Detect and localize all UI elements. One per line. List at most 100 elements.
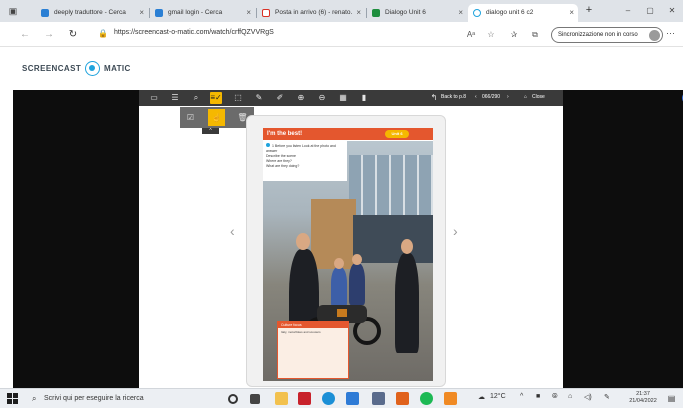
checkmark-icon[interactable]: ☑ xyxy=(182,109,199,126)
sync-status-button[interactable]: Sincronizzazione non in corso xyxy=(551,27,663,43)
clock[interactable]: 21:37 21/04/2022 xyxy=(625,391,661,405)
forward-icon[interactable]: → xyxy=(42,28,56,42)
browser-tab-strip: ▣ deeply traduttore - Cerca × gmail logi… xyxy=(0,0,683,22)
tab-gmail-search[interactable]: gmail login - Cerca × xyxy=(150,4,255,22)
annotate-icon[interactable]: ≡✓ xyxy=(210,92,222,104)
url-field[interactable]: 🔒 https://screencast-o-matic.com/watch/c… xyxy=(98,26,478,43)
maximize-icon[interactable]: ▢ xyxy=(640,4,660,18)
back-to-page-link[interactable]: Back to p.8 xyxy=(441,94,466,100)
zoom-out-icon[interactable]: ⊖ xyxy=(316,92,328,104)
tab-actions-icon[interactable]: ▣ xyxy=(6,4,20,18)
back-arrow-icon[interactable]: ↰ xyxy=(428,92,440,104)
close-tab-icon[interactable]: × xyxy=(246,4,251,22)
tab-gmail-inbox[interactable]: Posta in arrivo (6) - renato. × xyxy=(257,4,365,22)
store-icon[interactable] xyxy=(346,392,359,405)
pen-icon[interactable]: ✎ xyxy=(253,92,265,104)
exercise-block: 1 Before you listen Look at the photo an… xyxy=(263,141,347,181)
app-icon[interactable] xyxy=(444,392,457,405)
camera-icon[interactable]: ■ xyxy=(536,393,540,400)
onedrive-icon[interactable]: ⦾ xyxy=(552,393,558,401)
thumbnails-icon[interactable]: ▭ xyxy=(148,92,160,104)
add-favorite-icon[interactable]: ☆ xyxy=(484,28,498,42)
building-windows xyxy=(349,155,433,215)
pen-tray-icon[interactable]: ✎ xyxy=(604,393,610,401)
classroom-icon xyxy=(372,9,380,17)
weather-temp[interactable]: 12°C xyxy=(490,393,506,400)
office-app-icon[interactable] xyxy=(298,392,311,405)
spotify-icon[interactable] xyxy=(420,392,433,405)
collapse-icon[interactable]: ^ xyxy=(202,128,219,134)
hand-pointer-icon[interactable]: ☝ xyxy=(208,109,225,126)
book-frame: I'm the best! Unit 6 1 Before you listen… xyxy=(246,115,446,387)
close-tab-icon[interactable]: × xyxy=(356,4,361,22)
close-tab-icon[interactable]: × xyxy=(139,4,144,22)
collections-icon[interactable]: ⧉ xyxy=(528,28,542,42)
new-tab-button[interactable]: + xyxy=(582,4,596,18)
tab-title: deeply traduttore - Cerca xyxy=(54,9,126,16)
person-head xyxy=(296,233,310,250)
cortana-icon[interactable] xyxy=(228,394,238,404)
prev-arrow[interactable]: ‹ xyxy=(230,223,235,239)
taskbar-search[interactable]: ⌕ Scrivi qui per eseguire la ricerca xyxy=(32,392,224,406)
building-dark-panel xyxy=(353,215,433,263)
chevron-up-icon[interactable]: ^ xyxy=(520,393,523,400)
notifications-icon[interactable]: ▤ xyxy=(666,393,677,404)
close-tab-icon[interactable]: × xyxy=(458,4,463,22)
favorites-icon[interactable]: ✰ xyxy=(507,28,521,42)
ebook-viewer: ▭ ☰ ⌕ ≡✓ ⬚ ✎ ✐ ⊕ ⊖ ▦ ▮ ↰ Back to p.8 ‹ 0… xyxy=(139,90,563,388)
file-explorer-icon[interactable] xyxy=(275,392,288,405)
minimize-icon[interactable]: – xyxy=(618,4,638,18)
task-view-icon[interactable] xyxy=(250,394,260,404)
grid-view-icon[interactable]: ▦ xyxy=(337,92,349,104)
lock-icon: 🔒 xyxy=(98,29,108,38)
volume-icon[interactable]: ◁) xyxy=(584,393,592,401)
close-viewer-button[interactable]: Close xyxy=(532,94,545,100)
select-area-icon[interactable]: ⬚ xyxy=(232,92,244,104)
sync-label: Sincronizzazione non in corso xyxy=(558,32,638,38)
tab-dialogo-unit-6[interactable]: Dialogo Unit 6 × xyxy=(367,4,467,22)
office-icon[interactable] xyxy=(396,392,409,405)
person-head xyxy=(334,258,344,269)
logo-text-2: MATIC xyxy=(104,64,131,73)
gmail-icon xyxy=(262,9,270,17)
page-title: I'm the best! Unit 6 xyxy=(263,128,433,140)
search-placeholder: Scrivi qui per eseguire la ricerca xyxy=(44,395,144,402)
windows-start-icon[interactable] xyxy=(7,393,18,404)
book-page[interactable]: I'm the best! Unit 6 1 Before you listen… xyxy=(263,128,433,381)
next-page-icon[interactable]: › xyxy=(507,94,509,100)
record-dot-icon xyxy=(85,61,100,76)
close-tab-icon[interactable]: × xyxy=(569,4,574,22)
zoom-in-icon[interactable]: ⊕ xyxy=(295,92,307,104)
close-window-icon[interactable]: ✕ xyxy=(662,4,682,18)
menu-icon[interactable]: ☰ xyxy=(169,92,181,104)
page-title-text: I'm the best! xyxy=(267,131,303,137)
annotation-subtools: ☑ ☝ 🗑 xyxy=(180,107,254,128)
address-bar: ← → ↻ 🔒 https://screencast-o-matic.com/w… xyxy=(0,22,683,47)
search-icon[interactable]: ⌕ xyxy=(190,92,202,104)
tab-deeply-search[interactable]: deeply traduttore - Cerca × xyxy=(36,4,148,22)
back-icon[interactable]: ← xyxy=(18,28,32,42)
highlighter-icon[interactable]: ✐ xyxy=(274,92,286,104)
tab-dialogo-unit-6-c2[interactable]: dialogo unit 6 c2 × xyxy=(468,4,578,22)
culture-box: Culture focus Italy, motorbikes and scoo… xyxy=(277,321,349,379)
video-player[interactable]: ▭ ☰ ⌕ ≡✓ ⬚ ✎ ✐ ⊕ ⊖ ▦ ▮ ↰ Back to p.8 ‹ 0… xyxy=(13,90,683,388)
tab-title: Posta in arrivo (6) - renato. xyxy=(275,9,353,16)
exercise-question: What are they doing? xyxy=(266,164,300,168)
read-aloud-icon[interactable]: Aᵃ xyxy=(464,28,478,42)
logo-text-1: SCREENCAST xyxy=(22,64,82,73)
more-options-icon[interactable]: ··· xyxy=(666,28,675,38)
person-head xyxy=(401,239,413,254)
prev-page-icon[interactable]: ‹ xyxy=(475,94,477,100)
network-icon[interactable]: ⌂ xyxy=(568,393,572,400)
bing-icon xyxy=(155,9,163,17)
edge-icon[interactable] xyxy=(322,392,335,405)
windows-taskbar: ⌕ Scrivi qui per eseguire la ricerca ☁ 1… xyxy=(0,388,683,408)
single-page-icon[interactable]: ▮ xyxy=(358,92,370,104)
exercise-number-icon xyxy=(266,143,270,147)
exercise-instruction: 1 Before you listen Look at the photo an… xyxy=(266,144,336,153)
home-icon[interactable]: ⌂ xyxy=(524,94,527,100)
reload-icon[interactable]: ↻ xyxy=(66,28,80,42)
next-arrow[interactable]: › xyxy=(453,223,458,239)
weather-icon[interactable]: ☁ xyxy=(478,393,485,401)
app-icon[interactable] xyxy=(372,392,385,405)
